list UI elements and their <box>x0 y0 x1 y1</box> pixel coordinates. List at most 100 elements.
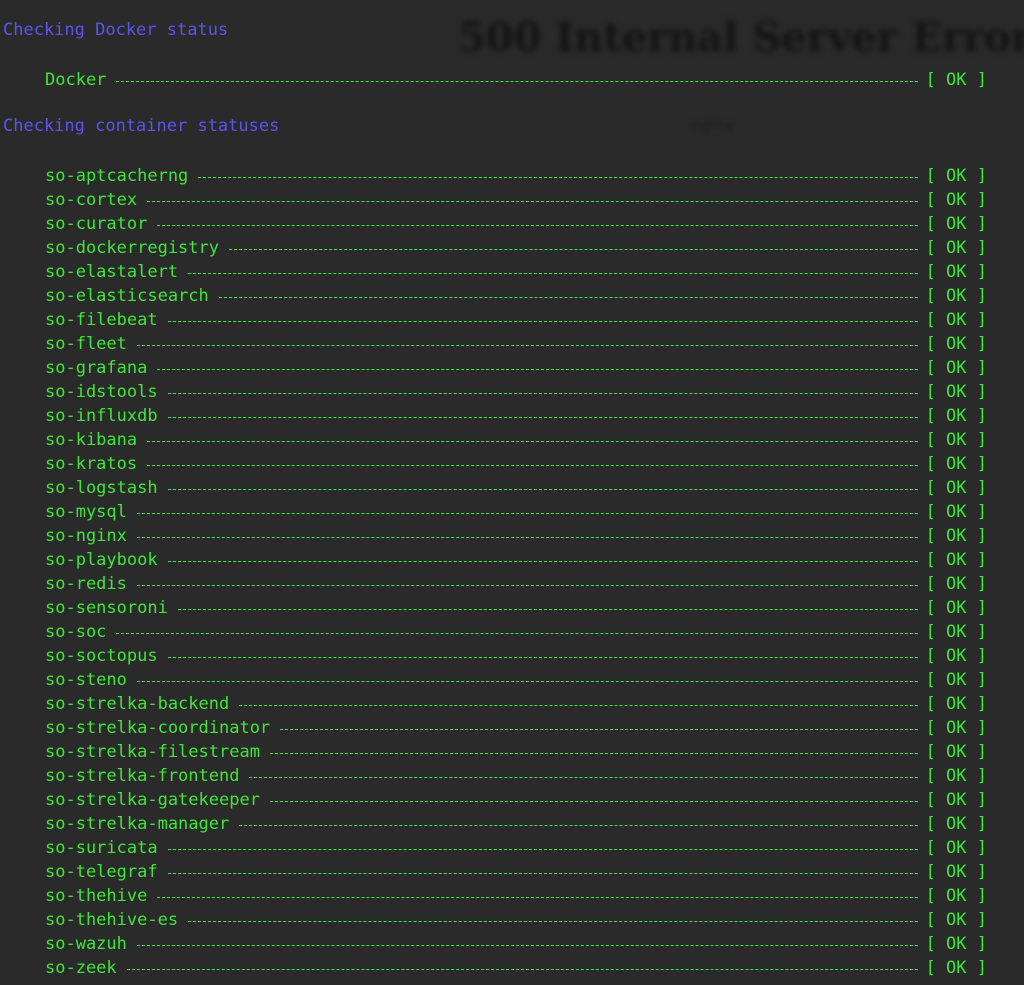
ok-status: [ OK ] <box>925 718 987 738</box>
status-row: so-elasticsearch [ OK ] <box>45 284 987 308</box>
dash-leader <box>157 896 918 898</box>
ok-status: [ OK ] <box>925 238 987 258</box>
status-row: so-suricata [ OK ] <box>45 836 987 860</box>
background-error-title: 500 Internal Server Error <box>458 14 1024 61</box>
ok-status: [ OK ] <box>925 310 987 330</box>
dash-leader <box>167 656 918 658</box>
dash-leader <box>229 248 918 250</box>
container-name: so-strelka-manager <box>45 814 230 834</box>
container-name: so-aptcacherng <box>45 166 189 186</box>
ok-status: [ OK ] <box>925 382 987 402</box>
container-name: so-redis <box>45 574 127 594</box>
ok-status: [ OK ] <box>925 358 987 378</box>
dash-leader <box>167 872 918 874</box>
container-name: so-elasticsearch <box>45 286 209 306</box>
container-name: so-strelka-coordinator <box>45 718 271 738</box>
container-name: so-curator <box>45 214 148 234</box>
ok-status: [ OK ] <box>925 286 987 306</box>
container-name: so-idstools <box>45 382 158 402</box>
dash-leader <box>116 632 918 634</box>
container-name: so-strelka-gatekeeper <box>45 790 260 810</box>
status-row: so-mysql [ OK ] <box>45 500 987 524</box>
container-name: so-strelka-filestream <box>45 742 260 762</box>
ok-status: [ OK ] <box>925 838 987 858</box>
dash-leader <box>136 584 918 586</box>
status-row: so-zeek [ OK ] <box>45 956 987 980</box>
container-name: so-fleet <box>45 334 127 354</box>
dash-leader <box>147 440 918 442</box>
container-name: so-filebeat <box>45 310 158 330</box>
dash-leader <box>188 920 918 922</box>
dash-leader <box>239 824 918 826</box>
dash-leader <box>136 680 918 682</box>
status-row: so-strelka-manager [ OK ] <box>45 812 987 836</box>
status-row: so-filebeat [ OK ] <box>45 308 987 332</box>
dash-leader <box>280 728 918 730</box>
status-row: so-strelka-coordinator [ OK ] <box>45 716 987 740</box>
ok-status: [ OK ] <box>925 526 987 546</box>
container-name: so-thehive <box>45 886 148 906</box>
container-name: so-kratos <box>45 454 138 474</box>
container-name: so-playbook <box>45 550 158 570</box>
ok-status: [ OK ] <box>925 934 987 954</box>
ok-status: [ OK ] <box>925 670 987 690</box>
ok-status: [ OK ] <box>925 646 987 666</box>
dash-leader <box>167 392 918 394</box>
dash-leader <box>147 464 918 466</box>
dash-leader <box>147 200 918 202</box>
status-row: so-elastalert [ OK ] <box>45 260 987 284</box>
status-row: so-kratos [ OK ] <box>45 452 987 476</box>
container-name: so-cortex <box>45 190 138 210</box>
status-row: so-strelka-filestream [ OK ] <box>45 740 987 764</box>
status-row: so-nginx [ OK ] <box>45 524 987 548</box>
container-name: so-mysql <box>45 502 127 522</box>
ok-status: [ OK ] <box>925 814 987 834</box>
ok-status: [ OK ] <box>925 454 987 474</box>
status-row: so-redis [ OK ] <box>45 572 987 596</box>
ok-status: [ OK ] <box>925 262 987 282</box>
dash-leader <box>167 320 918 322</box>
container-name: so-influxdb <box>45 406 158 426</box>
ok-status: [ OK ] <box>925 502 987 522</box>
dash-leader <box>167 488 918 490</box>
ok-status: [ OK ] <box>925 574 987 594</box>
dash-leader <box>218 296 918 298</box>
dash-leader <box>269 800 918 802</box>
row-name: Docker <box>45 70 107 90</box>
container-name: so-grafana <box>45 358 148 378</box>
ok-status: [ OK ] <box>925 790 987 810</box>
dash-leader <box>167 416 918 418</box>
dash-leader <box>157 224 918 226</box>
status-row: so-influxdb [ OK ] <box>45 404 987 428</box>
dash-leader <box>249 776 918 778</box>
ok-status: [ OK ] <box>925 694 987 714</box>
status-row: so-playbook [ OK ] <box>45 548 987 572</box>
container-name: so-soctopus <box>45 646 158 666</box>
status-row: so-telegraf [ OK ] <box>45 860 987 884</box>
dash-leader <box>239 704 918 706</box>
dash-leader <box>157 368 918 370</box>
status-row: so-thehive-es [ OK ] <box>45 908 987 932</box>
container-name: so-suricata <box>45 838 158 858</box>
ok-status: [ OK ] <box>925 70 987 90</box>
container-name: so-logstash <box>45 478 158 498</box>
ok-status: [ OK ] <box>925 766 987 786</box>
status-row-docker: Docker [ OK ] <box>45 68 987 92</box>
container-name: so-telegraf <box>45 862 158 882</box>
background-error-subtitle: nginx <box>692 116 734 134</box>
container-name: so-elastalert <box>45 262 179 282</box>
ok-status: [ OK ] <box>925 742 987 762</box>
ok-status: [ OK ] <box>925 334 987 354</box>
ok-status: [ OK ] <box>925 886 987 906</box>
container-name: so-strelka-backend <box>45 694 230 714</box>
dash-leader <box>167 848 918 850</box>
dash-leader <box>198 176 918 178</box>
container-status-heading: Checking container statuses <box>3 116 280 136</box>
status-row: so-dockerregistry [ OK ] <box>45 236 987 260</box>
dash-leader <box>136 344 918 346</box>
dash-leader <box>126 968 918 970</box>
status-row: so-kibana [ OK ] <box>45 428 987 452</box>
status-row: so-soc [ OK ] <box>45 620 987 644</box>
ok-status: [ OK ] <box>925 190 987 210</box>
dash-leader <box>167 560 918 562</box>
